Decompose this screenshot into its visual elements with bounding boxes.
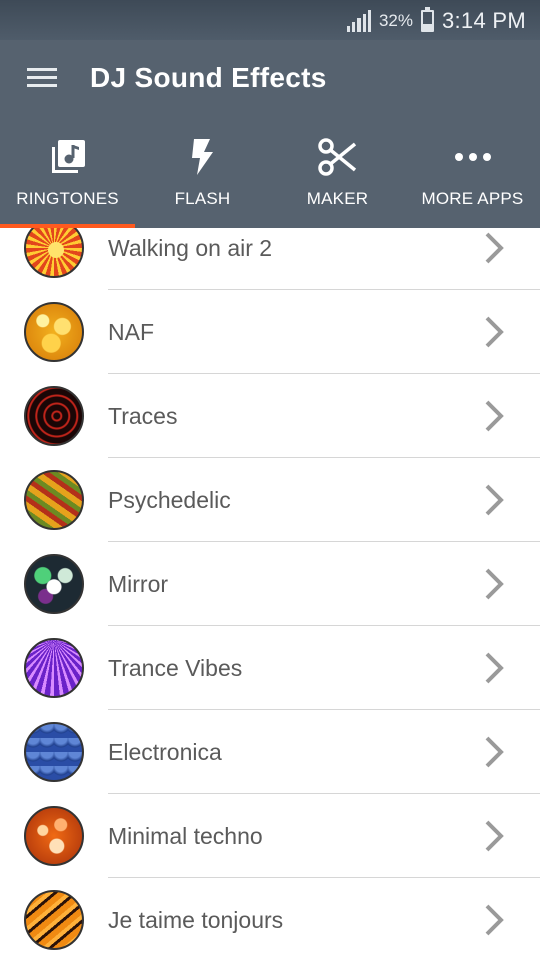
ringtone-title: Traces (108, 403, 178, 429)
tab-label: FLASH (174, 189, 231, 208)
status-indicators: 32% 3:14 PM (346, 6, 526, 36)
ringtone-thumbnail (24, 386, 84, 446)
hamburger-menu-icon[interactable] (27, 66, 57, 88)
flash-icon (182, 136, 224, 178)
ringtone-thumbnail (24, 806, 84, 866)
battery-percent: 32% (378, 11, 413, 30)
list-item[interactable]: Walking on air 2 (0, 228, 540, 290)
chevron-right-icon (485, 904, 504, 936)
tab-label: MAKER (306, 189, 369, 208)
tab-label: MORE APPS (421, 189, 524, 208)
ringtone-title: Je taime tonjours (108, 907, 284, 933)
chevron-right-icon (485, 316, 504, 348)
more-dots-icon (452, 136, 494, 178)
list-item[interactable]: NAF (0, 290, 540, 374)
list-item[interactable]: Minimal techno (0, 794, 540, 878)
ringtone-title: NAF (108, 319, 154, 345)
ringtone-list[interactable]: Walking on air 2 NAF Traces Psychedelic (0, 228, 540, 960)
list-item[interactable]: Psychedelic (0, 458, 540, 542)
chevron-right-icon (485, 232, 504, 264)
ringtone-thumbnail (24, 890, 84, 950)
list-item[interactable]: Traces (0, 374, 540, 458)
list-item[interactable]: Mirror (0, 542, 540, 626)
app-bar: DJ Sound Effects (0, 40, 540, 118)
ringtone-title: Walking on air 2 (108, 235, 273, 261)
ringtone-thumbnail (24, 302, 84, 362)
list-item[interactable]: Je taime tonjours (0, 878, 540, 960)
chevron-right-icon (485, 652, 504, 684)
music-library-icon (47, 136, 89, 178)
status-bar: 32% 3:14 PM (0, 0, 540, 40)
tab-flash[interactable]: FLASH (135, 118, 270, 228)
list-item[interactable]: Electronica (0, 710, 540, 794)
chevron-right-icon (485, 568, 504, 600)
tab-label: RINGTONES (16, 189, 119, 208)
signal-icon (346, 10, 371, 32)
scissors-icon (317, 136, 359, 178)
tab-ringtones[interactable]: RINGTONES (0, 118, 135, 228)
tab-more-apps[interactable]: MORE APPS (405, 118, 540, 228)
ringtone-thumbnail (24, 470, 84, 530)
list-item[interactable]: Trance Vibes (0, 626, 540, 710)
clock: 3:14 PM (441, 8, 526, 33)
ringtone-thumbnail (24, 228, 84, 278)
ringtone-title: Minimal techno (108, 823, 263, 849)
ringtone-title: Electronica (108, 739, 222, 765)
chevron-right-icon (485, 484, 504, 516)
battery-icon (420, 7, 434, 32)
ringtone-thumbnail (24, 554, 84, 614)
ringtone-thumbnail (24, 722, 84, 782)
tab-maker[interactable]: MAKER (270, 118, 405, 228)
tab-bar: RINGTONES FLASH MAKER MORE APPS (0, 118, 540, 228)
ringtone-thumbnail (24, 638, 84, 698)
ringtone-title: Trance Vibes (108, 655, 243, 681)
chevron-right-icon (485, 400, 504, 432)
app-title: DJ Sound Effects (90, 62, 327, 93)
ringtone-title: Psychedelic (108, 487, 231, 513)
ringtone-title: Mirror (108, 571, 169, 597)
chevron-right-icon (485, 820, 504, 852)
chevron-right-icon (485, 736, 504, 768)
